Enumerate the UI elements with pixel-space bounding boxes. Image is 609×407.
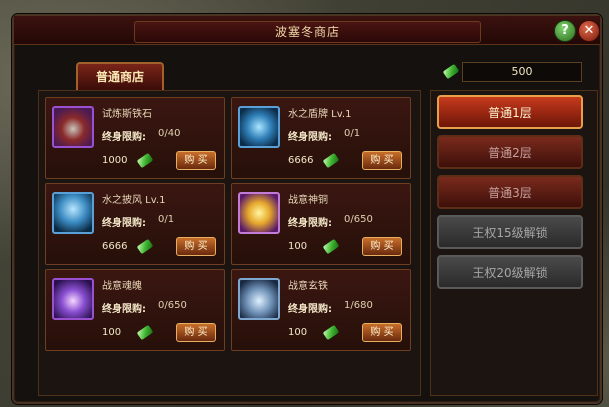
item-card: 战意魂魄 终身限购: 0/650 100 购 买: [45, 269, 225, 351]
currency-amount: 500: [462, 62, 582, 82]
item-card: 水之盾牌 Lv.1 终身限购: 0/1 6666 购 买: [231, 97, 411, 179]
item-name: 试炼斯铁石: [102, 109, 152, 120]
limit-label: 终身限购:: [288, 304, 332, 315]
green-gem-icon: [136, 324, 154, 341]
green-gem-icon: [322, 324, 340, 341]
item-card: 试炼斯铁石 终身限购: 0/40 1000 购 买: [45, 97, 225, 179]
green-gem-icon: [136, 238, 154, 255]
floor-3-button[interactable]: 普通3层: [437, 175, 583, 209]
item-price: 100: [288, 241, 308, 252]
item-price: 100: [102, 327, 122, 338]
limit-label: 终身限购:: [288, 132, 332, 143]
item-name: 战意神铜: [288, 195, 328, 206]
green-gem-icon: [322, 238, 340, 255]
item-grid: 试炼斯铁石 终身限购: 0/40 1000 购 买 水之盾牌 Lv.1 终身限购…: [38, 90, 421, 396]
green-gem-icon: [136, 152, 154, 169]
water-shield-icon[interactable]: [238, 106, 280, 148]
floor-list: 普通1层 普通2层 普通3层 王权15级解锁 王权20级解锁: [430, 90, 598, 396]
help-button[interactable]: ?: [554, 20, 576, 42]
gold-ingot-icon[interactable]: [238, 192, 280, 234]
green-gem-icon: [322, 152, 340, 169]
buy-button[interactable]: 购 买: [362, 237, 402, 256]
limit-label: 终身限购:: [288, 218, 332, 229]
currency-display: 500: [440, 62, 582, 82]
item-name: 水之盾牌 Lv.1: [288, 109, 352, 120]
limit-value: 0/650: [158, 300, 187, 311]
item-card: 战意神铜 终身限购: 0/650 100 购 买: [231, 183, 411, 265]
buy-button[interactable]: 购 买: [362, 323, 402, 342]
item-name: 战意魂魄: [102, 281, 142, 292]
item-price: 1000: [102, 155, 128, 166]
shop-window: 波塞冬商店 ? ✕ 普通商店 500 试炼斯铁石 终身限购: 0/40 1000…: [12, 14, 602, 404]
limit-label: 终身限购:: [102, 304, 146, 315]
limit-value: 1/680: [344, 300, 373, 311]
buy-button[interactable]: 购 买: [362, 151, 402, 170]
soul-crystal-icon[interactable]: [52, 278, 94, 320]
close-button[interactable]: ✕: [578, 20, 600, 42]
limit-value: 0/1: [158, 214, 175, 225]
green-gem-icon: [442, 63, 460, 80]
close-icon: ✕: [583, 23, 595, 38]
floor-locked-15-button[interactable]: 王权15级解锁: [437, 215, 583, 249]
buy-button[interactable]: 购 买: [176, 151, 216, 170]
limit-value: 0/40: [158, 128, 181, 139]
item-card: 战意玄铁 终身限购: 1/680 100 购 买: [231, 269, 411, 351]
item-name: 战意玄铁: [288, 281, 328, 292]
iron-ingot-icon[interactable]: [238, 278, 280, 320]
floor-locked-20-button[interactable]: 王权20级解锁: [437, 255, 583, 289]
item-price: 6666: [288, 155, 314, 166]
item-price: 100: [288, 327, 308, 338]
title-bar: 波塞冬商店 ? ✕: [14, 16, 600, 45]
floor-1-button[interactable]: 普通1层: [437, 95, 583, 129]
question-icon: ?: [561, 23, 569, 38]
item-price: 6666: [102, 241, 128, 252]
floor-2-button[interactable]: 普通2层: [437, 135, 583, 169]
window-title: 波塞冬商店: [134, 21, 481, 43]
forge-stone-icon[interactable]: [52, 106, 94, 148]
limit-value: 0/650: [344, 214, 373, 225]
buy-button[interactable]: 购 买: [176, 323, 216, 342]
buy-button[interactable]: 购 买: [176, 237, 216, 256]
item-name: 水之披风 Lv.1: [102, 195, 166, 206]
item-card: 水之披风 Lv.1 终身限购: 0/1 6666 购 买: [45, 183, 225, 265]
limit-value: 0/1: [344, 128, 361, 139]
water-cloak-icon[interactable]: [52, 192, 94, 234]
tab-normal-shop[interactable]: 普通商店: [76, 62, 164, 90]
limit-label: 终身限购:: [102, 218, 146, 229]
limit-label: 终身限购:: [102, 132, 146, 143]
